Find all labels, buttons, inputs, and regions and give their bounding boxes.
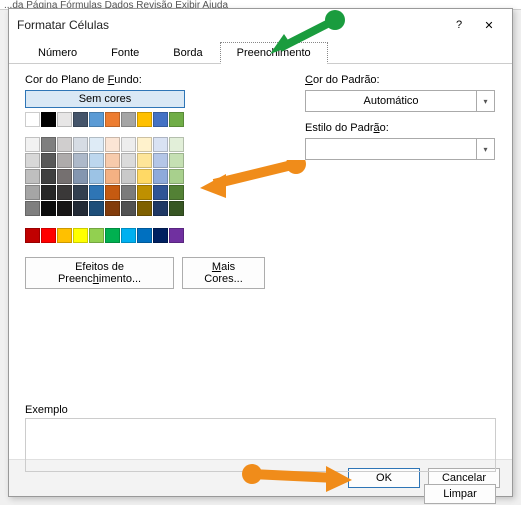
color-swatch[interactable] [105,137,120,152]
color-swatch[interactable] [137,169,152,184]
color-swatch[interactable] [105,228,120,243]
color-swatch[interactable] [41,137,56,152]
color-swatch[interactable] [89,228,104,243]
pattern-color-value: Automático [306,95,476,107]
color-swatch[interactable] [169,112,184,127]
color-swatch[interactable] [89,201,104,216]
color-swatch[interactable] [73,185,88,200]
color-swatch[interactable] [153,185,168,200]
color-swatch[interactable] [73,201,88,216]
no-color-button[interactable]: Sem cores [25,90,185,108]
color-swatch[interactable] [89,169,104,184]
color-swatch[interactable] [73,228,88,243]
color-swatch[interactable] [41,153,56,168]
color-swatch[interactable] [57,112,72,127]
tab-borda[interactable]: Borda [156,42,219,64]
color-swatch[interactable] [41,228,56,243]
color-swatch[interactable] [89,112,104,127]
color-swatch[interactable] [153,201,168,216]
color-swatch[interactable] [153,137,168,152]
tint-grid [25,137,265,216]
color-swatch[interactable] [25,185,40,200]
close-button[interactable]: ✕ [474,15,504,35]
standard-color-row [25,228,265,243]
color-swatch[interactable] [137,153,152,168]
color-swatch[interactable] [137,185,152,200]
color-swatch[interactable] [121,112,136,127]
tab-strip: Número Fonte Borda Preenchimento [9,41,512,64]
color-swatch[interactable] [57,153,72,168]
color-swatch[interactable] [169,185,184,200]
color-swatch[interactable] [169,201,184,216]
color-swatch[interactable] [121,169,136,184]
color-swatch[interactable] [41,201,56,216]
color-swatch[interactable] [137,112,152,127]
theme-color-row [25,112,265,127]
chevron-down-icon: ▾ [476,139,494,159]
color-swatch[interactable] [73,112,88,127]
pattern-color-label: Cor do Padrão: [305,74,496,86]
dialog-title: Formatar Células [17,18,444,32]
color-swatch[interactable] [137,137,152,152]
color-swatch[interactable] [57,201,72,216]
tab-preenchimento[interactable]: Preenchimento [220,42,328,64]
color-swatch[interactable] [169,137,184,152]
color-swatch[interactable] [73,169,88,184]
tab-fonte[interactable]: Fonte [94,42,156,64]
color-swatch[interactable] [41,169,56,184]
color-swatch[interactable] [73,137,88,152]
color-swatch[interactable] [41,185,56,200]
color-swatch[interactable] [153,112,168,127]
color-swatch[interactable] [105,201,120,216]
color-swatch[interactable] [25,169,40,184]
color-swatch[interactable] [105,112,120,127]
color-swatch[interactable] [89,137,104,152]
color-swatch[interactable] [153,228,168,243]
color-swatch[interactable] [89,185,104,200]
help-button[interactable]: ? [444,15,474,35]
bg-color-label: Cor do Plano de Fundo: [25,74,265,86]
chevron-down-icon: ▾ [476,91,494,111]
color-swatch[interactable] [153,153,168,168]
color-swatch[interactable] [121,137,136,152]
color-swatch[interactable] [137,228,152,243]
color-swatch[interactable] [25,112,40,127]
example-label: Exemplo [25,404,496,416]
color-swatch[interactable] [121,153,136,168]
color-swatch[interactable] [25,153,40,168]
example-preview [25,418,496,472]
pattern-style-combo[interactable]: ▾ [305,138,495,160]
color-swatch[interactable] [121,228,136,243]
color-swatch[interactable] [57,137,72,152]
color-swatch[interactable] [121,201,136,216]
color-swatch[interactable] [57,185,72,200]
color-swatch[interactable] [57,169,72,184]
color-swatch[interactable] [73,153,88,168]
more-colors-button[interactable]: Mais Cores... [182,257,265,289]
tab-numero[interactable]: Número [21,42,94,64]
color-swatch[interactable] [153,169,168,184]
color-swatch[interactable] [105,169,120,184]
color-swatch[interactable] [25,228,40,243]
color-swatch[interactable] [137,201,152,216]
fill-effects-button[interactable]: Efeitos de Preenchimento... [25,257,174,289]
color-swatch[interactable] [169,153,184,168]
color-swatch[interactable] [169,169,184,184]
clear-button[interactable]: Limpar [424,484,496,504]
color-swatch[interactable] [41,112,56,127]
color-swatch[interactable] [89,153,104,168]
color-swatch[interactable] [105,185,120,200]
pattern-color-combo[interactable]: Automático ▾ [305,90,495,112]
color-swatch[interactable] [57,228,72,243]
color-swatch[interactable] [25,137,40,152]
pattern-style-label: Estilo do Padrão: [305,122,496,134]
color-swatch[interactable] [121,185,136,200]
color-swatch[interactable] [169,228,184,243]
color-swatch[interactable] [25,201,40,216]
color-swatch[interactable] [105,153,120,168]
format-cells-dialog: Formatar Células ? ✕ Número Fonte Borda … [8,8,513,497]
titlebar: Formatar Células ? ✕ [9,9,512,41]
